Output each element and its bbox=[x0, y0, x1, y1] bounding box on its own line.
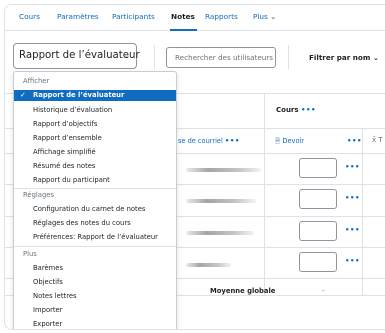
menu-item-historique[interactable]: Historique d’évaluation bbox=[14, 105, 176, 116]
menu-group-plus: Plus bbox=[23, 250, 37, 258]
menu-item-rapport-evaluateur[interactable]: ✓ Rapport de l’évaluateur bbox=[14, 90, 176, 101]
redacted-email bbox=[186, 199, 256, 203]
report-selector-label: Rapport de l’évaluateur bbox=[19, 50, 140, 61]
grader-report-panel: Cours Paramètres Participants Notes Rapp… bbox=[4, 4, 385, 330]
menu-item-reglages-notes[interactable]: Réglages des notes du cours bbox=[14, 218, 176, 229]
tab-parametres[interactable]: Paramètres bbox=[57, 12, 99, 21]
menu-item-preferences[interactable]: Préférences: Rapport de l’évaluateur bbox=[14, 232, 176, 243]
menu-item-objectifs-report[interactable]: Rapport d’objectifs bbox=[14, 119, 176, 130]
toolbar-divider bbox=[154, 45, 155, 69]
redacted-email bbox=[186, 263, 231, 267]
active-tab-indicator bbox=[170, 29, 197, 31]
toolbar-divider bbox=[288, 45, 289, 69]
overall-average-label: Moyenne globale bbox=[210, 287, 276, 295]
tab-rapports[interactable]: Rapports bbox=[205, 12, 238, 21]
divider bbox=[264, 93, 265, 295]
grade-cell-menu[interactable]: ••• bbox=[345, 163, 360, 171]
tab-plus[interactable]: Plus ⌄ bbox=[253, 12, 276, 21]
grade-input[interactable] bbox=[299, 189, 337, 209]
check-icon: ✓ bbox=[20, 91, 26, 99]
menu-divider bbox=[14, 246, 176, 247]
menu-item-notes-lettres[interactable]: Notes lettres bbox=[14, 291, 176, 302]
grade-cell-menu[interactable]: ••• bbox=[345, 226, 360, 234]
menu-item-importer[interactable]: Importer bbox=[14, 305, 176, 316]
chevron-down-icon: ⌄ bbox=[370, 53, 379, 62]
report-selector[interactable]: Rapport de l’évaluateur ⌄ bbox=[13, 43, 140, 69]
assignment-column-header[interactable]: 🗎 Devoir bbox=[275, 137, 304, 148]
filter-by-name-button[interactable]: Filtrer par nom ⌄ bbox=[309, 53, 379, 62]
menu-item-exporter[interactable]: Exporter bbox=[14, 319, 176, 329]
tab-notes[interactable]: Notes bbox=[171, 12, 195, 21]
tab-cours[interactable]: Cours bbox=[19, 12, 40, 21]
grade-input[interactable] bbox=[299, 252, 337, 272]
email-column-menu[interactable]: ••• bbox=[225, 137, 240, 145]
menu-item-baremes[interactable]: Barèmes bbox=[14, 263, 176, 274]
course-total-header: x̄ T bbox=[372, 136, 383, 144]
redacted-email bbox=[186, 231, 254, 235]
grade-input[interactable] bbox=[299, 221, 337, 241]
search-users-input[interactable]: Rechercher des utilisateurs bbox=[166, 47, 276, 68]
grade-cell-menu[interactable]: ••• bbox=[345, 257, 360, 265]
email-column-header[interactable]: se de courriel ••• bbox=[178, 137, 240, 145]
chevron-down-icon: ⌄ bbox=[124, 52, 130, 60]
assignment-column-menu[interactable]: ••• bbox=[347, 137, 362, 145]
grade-cell-menu[interactable]: ••• bbox=[345, 194, 360, 202]
menu-group-afficher: Afficher bbox=[23, 77, 50, 85]
tab-participants[interactable]: Participants bbox=[112, 12, 155, 21]
divider bbox=[362, 128, 363, 295]
chevron-down-icon: ⌄ bbox=[267, 12, 277, 21]
course-actions-menu[interactable]: ••• bbox=[301, 106, 316, 114]
secondary-navigation: Cours Paramètres Participants Notes Rapp… bbox=[5, 5, 385, 31]
course-header: Cours bbox=[276, 106, 299, 114]
menu-divider bbox=[14, 188, 176, 189]
menu-item-ensemble[interactable]: Rapport d’ensemble bbox=[14, 133, 176, 144]
menu-item-affichage-simplifie[interactable]: Affichage simplifié bbox=[14, 147, 176, 158]
overall-average-value: - bbox=[322, 287, 325, 295]
grade-input[interactable] bbox=[299, 158, 337, 178]
menu-item-objectifs[interactable]: Objectifs bbox=[14, 277, 176, 288]
menu-group-reglages: Réglages bbox=[23, 191, 55, 199]
report-dropdown-menu: Afficher ✓ Rapport de l’évaluateur Histor… bbox=[13, 71, 177, 329]
redacted-email bbox=[186, 168, 261, 172]
menu-item-resume[interactable]: Résumé des notes bbox=[14, 161, 176, 172]
menu-item-participant[interactable]: Rapport du participant bbox=[14, 175, 176, 186]
menu-item-configuration[interactable]: Configuration du carnet de notes bbox=[14, 204, 176, 215]
